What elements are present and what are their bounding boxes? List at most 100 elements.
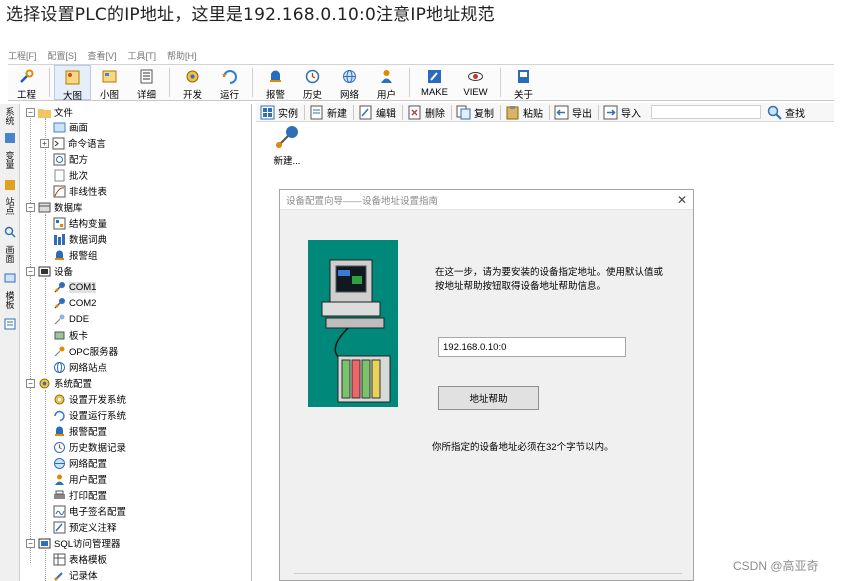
- tree-node-system-config[interactable]: − 系统配置: [26, 375, 92, 391]
- new-item[interactable]: 新建...: [272, 125, 302, 167]
- collapse-toggle[interactable]: −: [26, 378, 35, 388]
- menu-config[interactable]: 配置[S]: [48, 49, 77, 63]
- board-card-icon: [53, 329, 66, 342]
- toolbar-network-button[interactable]: 网络: [331, 65, 368, 101]
- tree-label: 板卡: [69, 331, 89, 342]
- vtab-station[interactable]: 站点: [2, 196, 18, 215]
- toolbar-details-label: 详细: [136, 90, 156, 101]
- run-icon: [53, 409, 66, 422]
- toolbar-details-button[interactable]: 详细: [128, 65, 165, 101]
- toolbar-small-icons-label: 小图: [99, 90, 119, 101]
- toolbar-about-button[interactable]: 关于: [505, 65, 542, 101]
- tree-label: 设置开发系统: [69, 395, 127, 406]
- toolbar-user-button[interactable]: 用户: [368, 65, 405, 101]
- new-button[interactable]: 新建: [309, 105, 347, 120]
- user-icon: [378, 68, 395, 85]
- tree-label: 数据词典: [69, 235, 108, 246]
- content-toolbar: 实例 新建 编辑 删除 复制 粘贴 导出 导入 查找: [256, 103, 834, 122]
- vtab-variables[interactable]: 变量: [2, 150, 18, 169]
- collapse-toggle[interactable]: −: [26, 107, 35, 117]
- tree-label: 设备: [54, 267, 74, 278]
- tree-node-board[interactable]: 板卡: [53, 327, 88, 343]
- tree-node-alarm-config[interactable]: 报警配置: [53, 423, 107, 439]
- toolbar-alarm-button[interactable]: 报警: [257, 65, 294, 101]
- find-button[interactable]: 查找: [767, 105, 805, 120]
- tree-node-com2[interactable]: COM2: [53, 295, 96, 311]
- vtab-template[interactable]: 模板: [2, 290, 18, 309]
- tree-node-com1[interactable]: COM1: [53, 279, 97, 295]
- collapse-toggle[interactable]: −: [26, 202, 35, 212]
- vtab-system[interactable]: 系统: [2, 106, 18, 125]
- tree-node-network-config[interactable]: 网络配置: [53, 455, 107, 471]
- address-help-button[interactable]: 地址帮助: [438, 386, 539, 410]
- paste-button[interactable]: 粘贴: [505, 105, 543, 120]
- device-icon: [38, 265, 51, 278]
- tree-node-command-language[interactable]: + 命令语言: [40, 135, 106, 151]
- tree-node-file[interactable]: − 文件: [26, 104, 73, 120]
- toolbar-small-icons-button[interactable]: 小图: [91, 65, 128, 101]
- tree-label: 历史数据记录: [69, 443, 127, 454]
- toolbar-large-icons-button[interactable]: 大图: [54, 65, 91, 102]
- tree-node-data-dictionary[interactable]: 数据词典: [53, 231, 107, 247]
- network-station-icon: [53, 361, 66, 374]
- import-button[interactable]: 导入: [603, 105, 641, 120]
- collapse-toggle[interactable]: −: [26, 266, 35, 276]
- tree-node-device[interactable]: − 设备: [26, 263, 73, 279]
- tree-node-table-template[interactable]: 表格模板: [53, 551, 107, 567]
- caption-text: 选择设置PLC的IP地址，这里是192.168.0.10:0注意IP地址规范: [6, 5, 495, 25]
- toolbar-view-button[interactable]: VIEW: [455, 65, 496, 100]
- tree-node-dde[interactable]: DDE: [53, 311, 89, 327]
- toolbar-make-button[interactable]: MAKE: [414, 65, 455, 100]
- tree-node-batch[interactable]: 批次: [53, 167, 88, 183]
- delete-button[interactable]: 删除: [407, 105, 445, 120]
- vtab-screen[interactable]: 画面: [2, 244, 18, 263]
- collapse-toggle[interactable]: −: [26, 538, 35, 548]
- search-input[interactable]: [651, 105, 761, 119]
- toolbar-about-label: 关于: [513, 90, 533, 101]
- toolbar-project-button[interactable]: 工程: [8, 65, 45, 101]
- station-icon: [4, 226, 16, 238]
- tree-node-history-record[interactable]: 历史数据记录: [53, 439, 126, 455]
- tree-node-struct-variable[interactable]: 结构变量: [53, 215, 107, 231]
- toolbar-history-button[interactable]: 历史: [294, 65, 331, 101]
- tree-node-screen[interactable]: 画面: [53, 119, 88, 135]
- tree-node-network-station[interactable]: 网络站点: [53, 359, 107, 375]
- tree-node-database[interactable]: − 数据库: [26, 199, 83, 215]
- printer-icon: [53, 489, 66, 502]
- tree-node-predefined-note[interactable]: 预定义注释: [53, 519, 117, 535]
- expand-toggle[interactable]: +: [40, 138, 49, 148]
- instance-grid-icon: [260, 105, 275, 120]
- details-view-icon: [138, 68, 155, 85]
- toolbar-alarm-label: 报警: [265, 90, 285, 101]
- menu-tools[interactable]: 工具[T]: [128, 49, 157, 63]
- edit-button[interactable]: 编辑: [358, 105, 396, 120]
- tree-node-recordset[interactable]: 记录体: [53, 567, 98, 581]
- network-globe-icon: [53, 457, 66, 470]
- tree-label: 报警组: [69, 251, 98, 262]
- tree-node-dev-system[interactable]: 设置开发系统: [53, 391, 126, 407]
- vtab-template-icon-holder: [2, 318, 18, 330]
- tree-node-run-system[interactable]: 设置运行系统: [53, 407, 126, 423]
- dialog-separator: [294, 573, 682, 574]
- close-icon[interactable]: ✕: [673, 191, 691, 209]
- tree-node-nonlinear-table[interactable]: 非线性表: [53, 183, 107, 199]
- tree-node-opc-server[interactable]: OPC服务器: [53, 343, 118, 359]
- toolbar-run-button[interactable]: 运行: [211, 65, 248, 101]
- device-address-field[interactable]: 192.168.0.10:0: [438, 337, 626, 357]
- toolbar-develop-button[interactable]: 开发: [174, 65, 211, 101]
- tree-node-alarm-group[interactable]: 报警组: [53, 247, 98, 263]
- menu-help[interactable]: 帮助[H]: [167, 49, 197, 63]
- tree-label: 报警配置: [69, 427, 108, 438]
- menu-project[interactable]: 工程[F]: [8, 49, 37, 63]
- export-button[interactable]: 导出: [554, 105, 592, 120]
- tree-node-recipe[interactable]: 配方: [53, 151, 88, 167]
- tree-node-user-config[interactable]: 用户配置: [53, 471, 107, 487]
- copy-button[interactable]: 复制: [456, 105, 494, 120]
- copy-icon: [456, 105, 471, 120]
- instance-button[interactable]: 实例: [260, 105, 298, 120]
- tree-node-print-config[interactable]: 打印配置: [53, 487, 107, 503]
- tree-node-esign-config[interactable]: 电子签名配置: [53, 503, 126, 519]
- tree-node-sql-manager[interactable]: − SQL访问管理器: [26, 535, 121, 551]
- toolbar-network-label: 网络: [339, 90, 359, 101]
- menu-view[interactable]: 查看[V]: [88, 49, 117, 63]
